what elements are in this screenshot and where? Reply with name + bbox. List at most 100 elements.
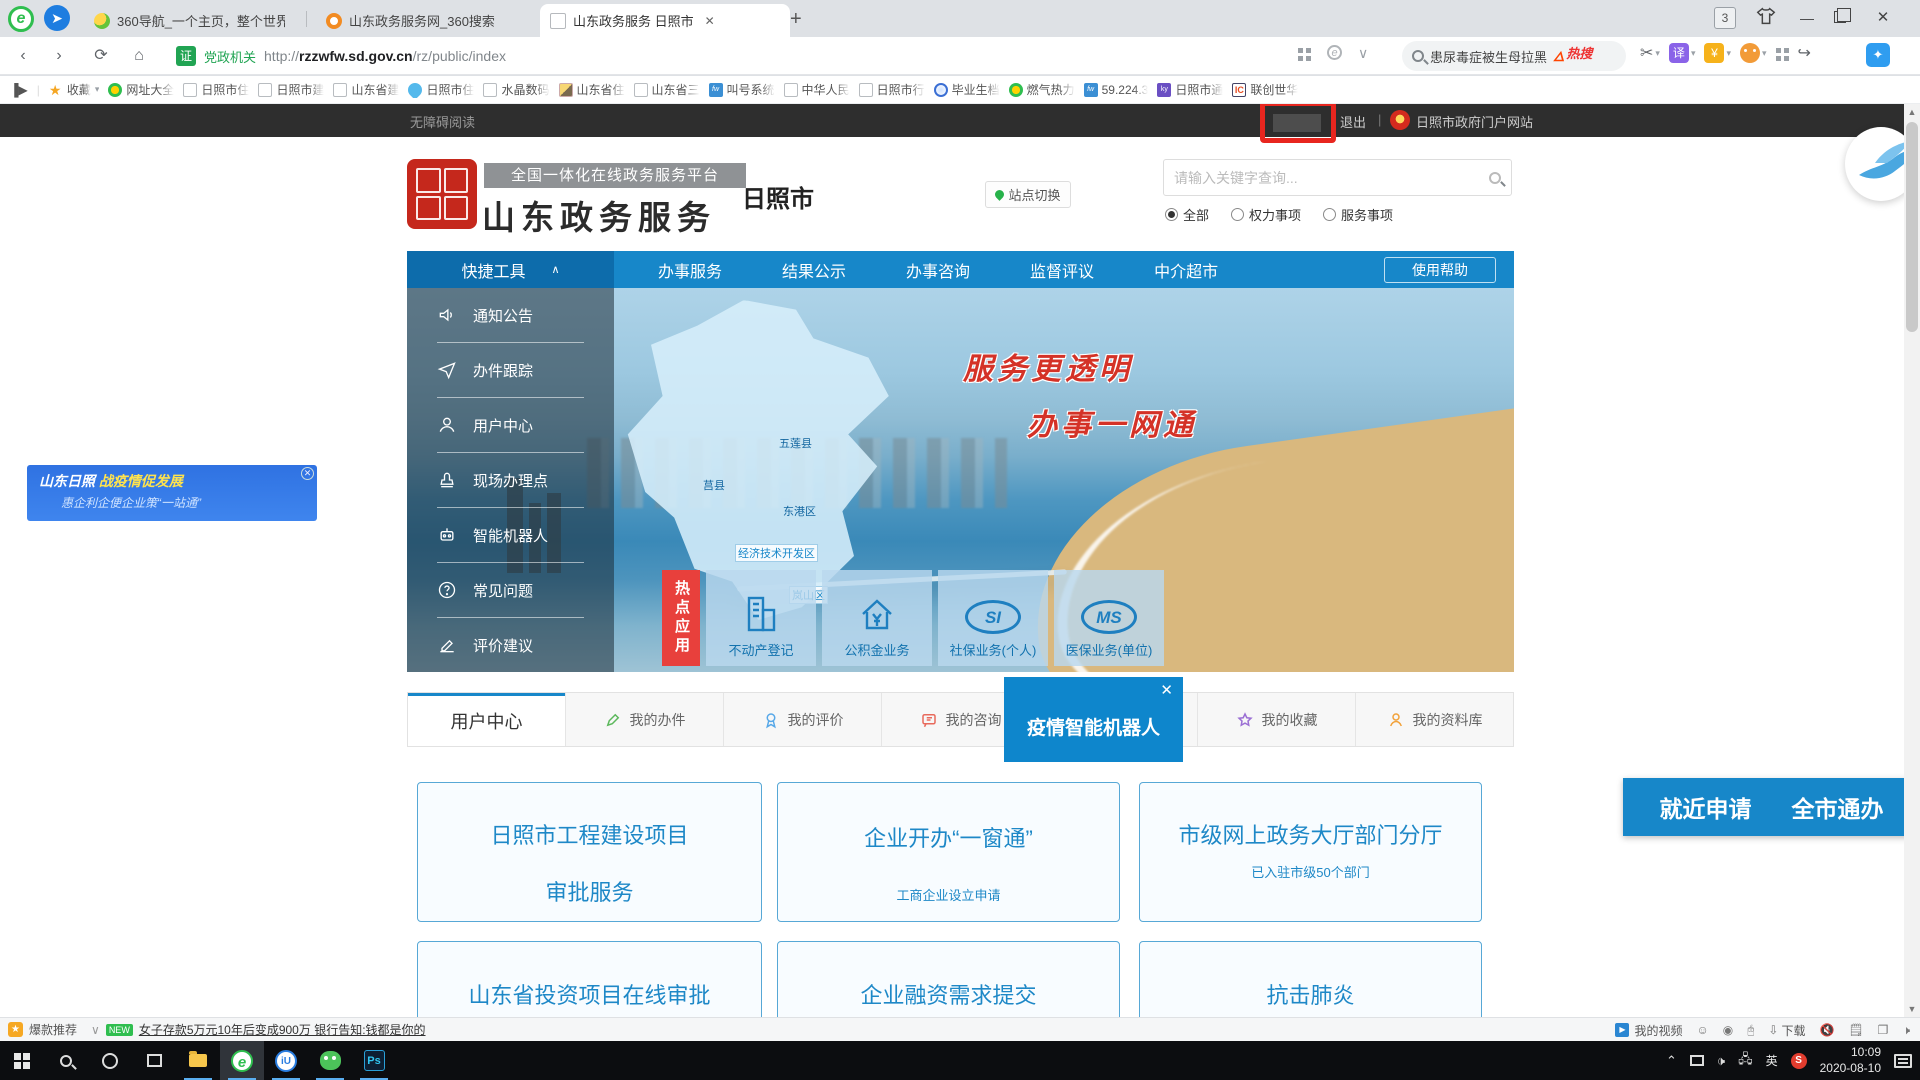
sidebar-item-faq[interactable]: 常见问题 bbox=[407, 563, 614, 617]
bookmark-item[interactable]: IC联创世华 bbox=[1232, 81, 1298, 98]
action-center-icon[interactable] bbox=[1894, 1054, 1912, 1068]
window-split-icon[interactable]: ❐ bbox=[1878, 1023, 1889, 1037]
share-arrow-icon[interactable]: ↪ bbox=[1798, 43, 1811, 63]
bookmark-item[interactable]: 中华人民 bbox=[784, 81, 850, 98]
popup-close-icon[interactable]: ✕ bbox=[1160, 681, 1173, 699]
address-bar[interactable]: 证 党政机关 http://rzzwfw.sd.gov.cn/rz/public… bbox=[176, 42, 1384, 70]
help-button[interactable]: 使用帮助 bbox=[1384, 257, 1496, 283]
tab-my-reviews[interactable]: 我的评价 bbox=[723, 693, 881, 746]
taskbar-clock[interactable]: 10:09 2020-08-10 bbox=[1820, 1045, 1881, 1076]
wechat-icon[interactable] bbox=[308, 1041, 352, 1080]
doc-helper-icon[interactable]: ✦ bbox=[1866, 43, 1890, 67]
card-business-open[interactable]: 企业开办“一窗通” 工商企业设立申请 bbox=[777, 782, 1120, 922]
ime-icon[interactable]: S bbox=[1791, 1053, 1807, 1069]
photoshop-icon[interactable]: Ps bbox=[352, 1041, 396, 1080]
radio-power-items[interactable]: 权力事项 bbox=[1231, 205, 1301, 224]
tab-count-badge[interactable]: 3 bbox=[1714, 7, 1736, 29]
chevron-down-icon[interactable]: ∨ bbox=[1358, 45, 1368, 62]
compass-nav-icon[interactable]: ➤ bbox=[44, 5, 70, 31]
sidebar-item-onsite[interactable]: 现场办理点 bbox=[407, 453, 614, 507]
my-video-button[interactable]: ▶ 我的视频 bbox=[1615, 1022, 1682, 1039]
scroll-down-icon[interactable]: ▼ bbox=[1904, 1004, 1920, 1014]
tab-active-rizhao[interactable]: 山东政务服务 日照市 ✕ bbox=[540, 4, 790, 37]
bookmark-item[interactable]: 日照市建 bbox=[258, 81, 324, 98]
bookmark-item[interactable]: 日照市行 bbox=[859, 81, 925, 98]
bookmark-item[interactable]: ky日照市通 bbox=[1157, 81, 1223, 98]
new-tab-button[interactable]: + bbox=[790, 8, 802, 31]
card-financing[interactable]: 企业融资需求提交 bbox=[777, 941, 1120, 1017]
taskbar-search-icon[interactable] bbox=[44, 1041, 88, 1080]
bookmarks-expand-icon[interactable]: ▐▶ bbox=[10, 83, 28, 97]
record-icon[interactable]: ◉ bbox=[1723, 1023, 1733, 1037]
news-link[interactable]: 女子存款5万元10年后变成900万 银行告知:钱都是你的 bbox=[139, 1021, 426, 1038]
hot-app-medical-insurance[interactable]: MS 医保业务(单位) bbox=[1054, 570, 1164, 666]
bookmark-item[interactable]: 燃气热力 bbox=[1009, 81, 1075, 98]
translate-icon[interactable]: 译▾ bbox=[1669, 43, 1696, 63]
card-covid[interactable]: 抗击肺炎 bbox=[1139, 941, 1482, 1017]
wallet-icon[interactable]: ¥▾ bbox=[1704, 43, 1731, 63]
sidebar-item-notices[interactable]: 通知公告 bbox=[407, 288, 614, 342]
home-button[interactable]: ⌂ bbox=[126, 43, 152, 69]
input-language[interactable]: 英 bbox=[1766, 1052, 1778, 1069]
display-icon[interactable] bbox=[1690, 1055, 1704, 1066]
bookmark-item[interactable]: 山东省三 bbox=[634, 81, 700, 98]
bookmark-item[interactable]: 山东省建 bbox=[333, 81, 399, 98]
refresh-button[interactable]: ⟳ bbox=[88, 43, 114, 69]
iu-app-icon[interactable]: iU bbox=[264, 1041, 308, 1080]
quick-tools-header[interactable]: 快捷工具∧ bbox=[407, 251, 614, 288]
emoticon-icon[interactable]: ☺ bbox=[1696, 1023, 1708, 1037]
tab-my-items[interactable]: 我的办件 bbox=[565, 693, 723, 746]
notes-icon[interactable]: 🗒 bbox=[1848, 1023, 1863, 1037]
back-button[interactable]: ‹ bbox=[10, 43, 36, 69]
ad-close-icon[interactable]: ✕ bbox=[301, 467, 314, 480]
window-close-button[interactable]: ✕ bbox=[1872, 7, 1894, 29]
speaker-icon[interactable]: 🕨 bbox=[1902, 1023, 1910, 1038]
radio-all[interactable]: 全部 bbox=[1165, 205, 1209, 224]
radio-service-items[interactable]: 服务事项 bbox=[1323, 205, 1393, 224]
game-face-icon[interactable]: ▾ bbox=[1740, 43, 1767, 63]
window-maximize-button[interactable] bbox=[1834, 11, 1846, 23]
tab-360-nav[interactable]: 360导航_一个主页，整个世界 bbox=[84, 4, 300, 37]
chevron-down-icon[interactable]: ∨ bbox=[91, 1023, 100, 1037]
bookmark-item[interactable]: fw59.224.3 bbox=[1084, 83, 1149, 97]
bookmark-item[interactable]: fw叫号系统 bbox=[709, 81, 775, 98]
skin-theme-icon[interactable] bbox=[1755, 5, 1777, 30]
nav-item-supervise[interactable]: 监督评议 bbox=[1030, 258, 1094, 282]
accessibility-link[interactable]: 无障碍阅读 bbox=[410, 112, 475, 131]
card-construction-approval[interactable]: 日照市工程建设项目 审批服务 bbox=[417, 782, 762, 922]
bookmark-item[interactable]: 毕业生档 bbox=[934, 81, 1000, 98]
qr-code-icon[interactable] bbox=[1298, 48, 1311, 61]
bookmark-item[interactable]: 水晶数码 bbox=[483, 81, 549, 98]
floating-ad-banner[interactable]: 山东日照 战疫情促发展 惠企利企便企业策“一站通” ✕ bbox=[27, 465, 317, 521]
sidebar-item-user-center[interactable]: 用户中心 bbox=[407, 398, 614, 452]
extension-e-icon[interactable]: e bbox=[1327, 45, 1342, 60]
bookmark-item[interactable]: 日照市住 bbox=[408, 81, 474, 98]
tab-360-search[interactable]: 山东政务服务网_360搜索 bbox=[316, 4, 532, 37]
nearby-apply-bar[interactable]: 就近申请 全市通办 bbox=[1623, 778, 1920, 836]
forward-button[interactable]: › bbox=[46, 43, 72, 69]
hot-app-housing-fund[interactable]: 公积金业务 bbox=[822, 570, 932, 666]
sidebar-item-robot[interactable]: 智能机器人 bbox=[407, 508, 614, 562]
card-investment-approval[interactable]: 山东省投资项目在线审批 bbox=[417, 941, 762, 1017]
window-minimize-button[interactable]: — bbox=[1796, 7, 1818, 29]
tray-expand-icon[interactable]: ⌃ bbox=[1666, 1053, 1677, 1069]
bookmark-item[interactable]: 日照市住 bbox=[183, 81, 249, 98]
search-query[interactable]: 患尿毒症被生母拉黑 bbox=[1430, 47, 1547, 66]
mouse-gesture-icon[interactable]: 🖰 bbox=[1747, 1023, 1754, 1038]
nav-item-agency[interactable]: 中介超市 bbox=[1154, 258, 1218, 282]
mute-icon[interactable]: 🔇 bbox=[1819, 1023, 1834, 1037]
promo-label[interactable]: 爆款推荐 bbox=[29, 1021, 77, 1038]
download-button[interactable]: ⇩下载 bbox=[1768, 1022, 1805, 1039]
browser-search-box[interactable]: 患尿毒症被生母拉黑 🜂热搜 bbox=[1402, 41, 1626, 71]
sidebar-item-tracking[interactable]: 办件跟踪 bbox=[407, 343, 614, 397]
tab-close-icon[interactable]: ✕ bbox=[705, 14, 715, 28]
keyword-search-input[interactable]: 请输入关键字查询... bbox=[1163, 159, 1512, 196]
url-text[interactable]: http://rzzwfw.sd.gov.cn/rz/public/index bbox=[264, 48, 506, 64]
network-icon[interactable]: 🖧 bbox=[1738, 1050, 1753, 1072]
hot-search-badge[interactable]: 🜂热搜 bbox=[1553, 43, 1592, 69]
scrollbar-thumb[interactable] bbox=[1906, 122, 1918, 332]
covid-robot-popup[interactable]: ✕ 疫情智能机器人 bbox=[1004, 677, 1183, 762]
apps-grid-icon[interactable] bbox=[1776, 45, 1789, 61]
hot-app-realestate[interactable]: 不动产登记 bbox=[706, 570, 816, 666]
hot-app-social-insurance[interactable]: SI 社保业务(个人) bbox=[938, 570, 1048, 666]
